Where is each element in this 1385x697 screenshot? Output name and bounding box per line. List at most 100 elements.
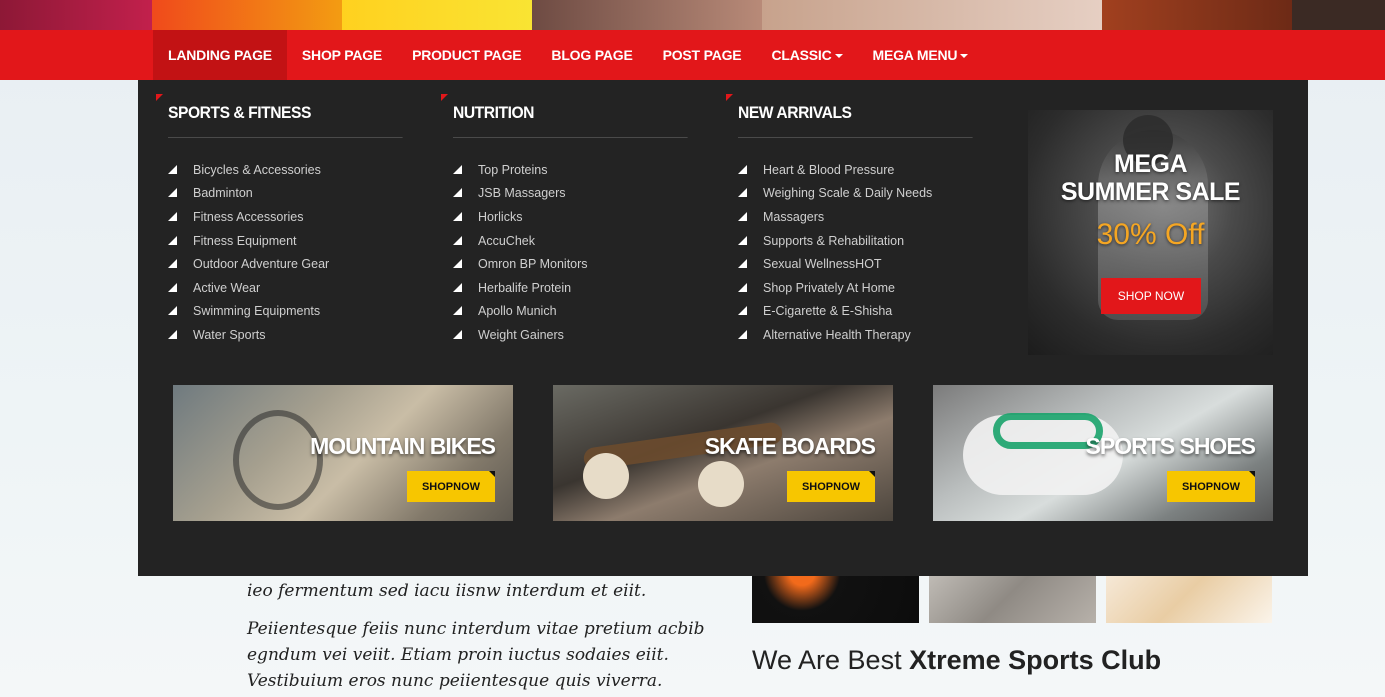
bullet-triangle-icon xyxy=(453,306,463,316)
bullet-triangle-icon xyxy=(738,330,748,340)
caret-down-icon xyxy=(834,54,843,58)
nav-item-mega-menu[interactable]: MEGA MENU xyxy=(858,30,984,80)
menu-link[interactable]: Weight Gainers xyxy=(453,323,708,347)
bullet-triangle-icon xyxy=(738,283,748,293)
nav-item-label: PRODUCT PAGE xyxy=(412,47,522,63)
bullet-triangle-icon xyxy=(168,236,178,246)
shopnow-button[interactable]: SHOPNOW xyxy=(407,471,495,502)
banner-title: SPORTS SHOES xyxy=(1085,433,1256,459)
bullet-triangle-icon xyxy=(453,212,463,222)
hero-image-segment xyxy=(0,0,152,30)
menu-link[interactable]: Fitness Equipment xyxy=(168,229,423,253)
promo-discount: 30% Off xyxy=(1096,218,1205,251)
section-heading-bold: Xtreme Sports Club xyxy=(909,645,1162,675)
bullet-triangle-icon xyxy=(453,188,463,198)
menu-link[interactable]: Active Wear xyxy=(168,276,423,300)
nav-item-product-page[interactable]: PRODUCT PAGE xyxy=(397,30,536,80)
menu-link-label: Heart & Blood Pressure xyxy=(763,162,895,177)
menu-column-title: SPORTS & FITNESS xyxy=(168,102,403,138)
menu-link-label: Fitness Equipment xyxy=(193,233,297,248)
background-paragraph-line: Peiientesque feiis nunc interdum vitae p… xyxy=(247,619,705,639)
bullet-triangle-icon xyxy=(738,165,748,175)
menu-link[interactable]: Omron BP Monitors xyxy=(453,252,708,276)
menu-link-label: Weighing Scale & Daily Needs xyxy=(763,186,933,201)
background-paragraph-1: ieo fermentum sed iacu iisnw interdum et… xyxy=(247,581,647,601)
menu-link-label: Supports & Rehabilitation xyxy=(763,233,905,248)
nav-item-label: LANDING PAGE xyxy=(168,47,272,63)
hero-image-segment xyxy=(1292,0,1385,30)
menu-link[interactable]: Alternative Health Therapy xyxy=(738,323,993,347)
summer-sale-promo[interactable]: MEGA SUMMER SALE 30% Off SHOP NOW xyxy=(1028,110,1273,355)
menu-link[interactable]: Top Proteins xyxy=(453,158,708,182)
menu-link[interactable]: Supports & Rehabilitation xyxy=(738,229,993,253)
menu-link[interactable]: Heart & Blood Pressure xyxy=(738,158,993,182)
shopnow-button[interactable]: SHOPNOW xyxy=(1167,471,1255,502)
banner-mountain-bikes[interactable]: MOUNTAIN BIKES SHOPNOW xyxy=(173,385,513,521)
menu-link[interactable]: Swimming Equipments xyxy=(168,300,423,324)
background-paragraph-2: Peiientesque feiis nunc interdum vitae p… xyxy=(247,616,705,694)
corner-accent-icon xyxy=(441,94,448,101)
menu-link[interactable]: JSB Massagers xyxy=(453,182,708,206)
nav-item-label: SHOP PAGE xyxy=(301,47,383,63)
menu-link[interactable]: Fitness Accessories xyxy=(168,205,423,229)
nav-item-classic[interactable]: CLASSIC xyxy=(756,30,857,80)
corner-accent-icon xyxy=(156,94,163,101)
bullet-triangle-icon xyxy=(168,188,178,198)
background-paragraph-line: egndum vei veiit. Etiam proin iuctus sod… xyxy=(247,645,669,665)
menu-link-label: E-Cigarette & E-Shisha xyxy=(763,304,893,319)
bullet-triangle-icon xyxy=(453,236,463,246)
shopnow-button[interactable]: SHOPNOW xyxy=(787,471,875,502)
menu-link-label: Badminton xyxy=(193,186,253,201)
menu-column-list: Top Proteins JSB Massagers Horlicks Accu… xyxy=(453,158,708,347)
menu-link[interactable]: Sexual WellnessHOT xyxy=(738,252,993,276)
section-heading: We Are Best Xtreme Sports Club xyxy=(752,645,1161,676)
menu-link[interactable]: Herbalife Protein xyxy=(453,276,708,300)
bullet-triangle-icon xyxy=(168,306,178,316)
menu-link-label: Herbalife Protein xyxy=(478,280,572,295)
bullet-triangle-icon xyxy=(453,330,463,340)
menu-link[interactable]: Badminton xyxy=(168,182,423,206)
menu-link[interactable]: Outdoor Adventure Gear xyxy=(168,252,423,276)
banner-skate-boards[interactable]: SKATE BOARDS SHOPNOW xyxy=(553,385,893,521)
promo-heading-line2: SUMMER SALE xyxy=(1060,178,1241,206)
skateboard-wheel-image xyxy=(698,461,744,507)
menu-link[interactable]: Massagers xyxy=(738,205,993,229)
bullet-triangle-icon xyxy=(738,212,748,222)
shop-now-button[interactable]: SHOP NOW xyxy=(1101,278,1201,314)
menu-link-label: Swimming Equipments xyxy=(193,304,321,319)
menu-link[interactable]: Bicycles & Accessories xyxy=(168,158,423,182)
menu-link-label: Shop Privately At Home xyxy=(763,280,896,295)
hero-image-segment xyxy=(1102,0,1292,30)
banner-sports-shoes[interactable]: SPORTS SHOES SHOPNOW xyxy=(933,385,1273,521)
menu-column-list: Heart & Blood Pressure Weighing Scale & … xyxy=(738,158,993,347)
nav-item-label: MEGA MENU xyxy=(872,47,958,63)
menu-column-new-arrivals: NEW ARRIVALS Heart & Blood Pressure Weig… xyxy=(726,94,993,347)
hero-image-segment xyxy=(762,0,1102,30)
menu-link[interactable]: AccuChek xyxy=(453,229,708,253)
hero-image-segment xyxy=(152,0,342,30)
menu-link[interactable]: E-Cigarette & E-Shisha xyxy=(738,300,993,324)
menu-link-label: Sexual WellnessHOT xyxy=(763,257,882,272)
menu-column-sports-fitness: SPORTS & FITNESS Bicycles & Accessories … xyxy=(156,94,423,347)
menu-column-nutrition: NUTRITION Top Proteins JSB Massagers Hor… xyxy=(441,94,708,347)
nav-item-label: CLASSIC xyxy=(771,47,832,63)
menu-link[interactable]: Shop Privately At Home xyxy=(738,276,993,300)
menu-link-label: AccuChek xyxy=(478,233,535,248)
nav-item-landing-page[interactable]: LANDING PAGE xyxy=(153,30,287,80)
nav-item-blog-page[interactable]: BLOG PAGE xyxy=(536,30,647,80)
menu-link[interactable]: Horlicks xyxy=(453,205,708,229)
menu-link[interactable]: Weighing Scale & Daily Needs xyxy=(738,182,993,206)
menu-link[interactable]: Apollo Munich xyxy=(453,300,708,324)
bullet-triangle-icon xyxy=(738,188,748,198)
menu-link-label: Apollo Munich xyxy=(478,304,557,319)
menu-link-label: Massagers xyxy=(763,209,825,224)
nav-item-post-page[interactable]: POST PAGE xyxy=(648,30,757,80)
section-heading-light: We Are Best xyxy=(752,645,902,675)
menu-link-label: Alternative Health Therapy xyxy=(763,327,911,342)
promo-heading-line1: MEGA xyxy=(1114,150,1188,178)
nav-item-label: BLOG PAGE xyxy=(551,47,633,63)
nav-item-shop-page[interactable]: SHOP PAGE xyxy=(287,30,397,80)
skateboard-wheel-image xyxy=(583,453,629,499)
bullet-triangle-icon xyxy=(453,165,463,175)
menu-link[interactable]: Water Sports xyxy=(168,323,423,347)
